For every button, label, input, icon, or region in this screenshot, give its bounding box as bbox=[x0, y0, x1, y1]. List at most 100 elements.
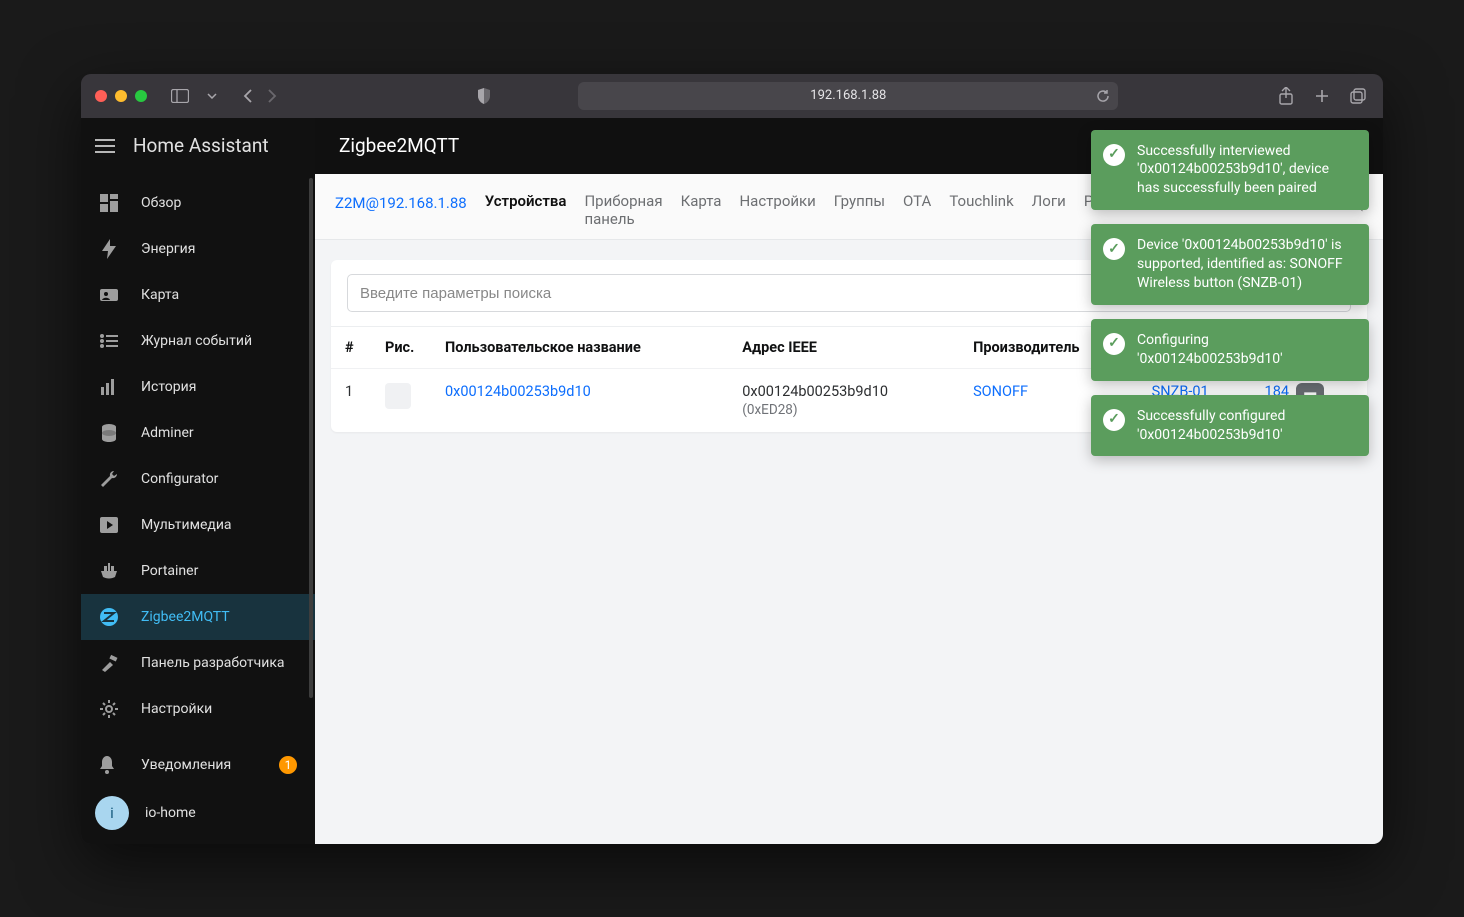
chevron-down-icon[interactable] bbox=[201, 85, 223, 107]
sidebar-item-logbook[interactable]: Журнал событий bbox=[81, 318, 315, 364]
dashboard-icon bbox=[99, 193, 119, 213]
notifications-label: Уведомления bbox=[141, 757, 231, 773]
toast-text: Configuring '0x00124b00253b9d10' bbox=[1137, 331, 1355, 369]
col-name[interactable]: Пользовательское название bbox=[431, 327, 728, 369]
col-pic[interactable]: Рис. bbox=[371, 327, 431, 369]
device-name-link[interactable]: 0x00124b00253b9d10 bbox=[445, 383, 591, 400]
tab-logs[interactable]: Логи bbox=[1032, 192, 1066, 210]
sidebar-item-map[interactable]: Карта bbox=[81, 272, 315, 318]
reload-icon[interactable] bbox=[1096, 89, 1110, 103]
maximize-window[interactable] bbox=[135, 90, 147, 102]
toast-configuring[interactable]: ✓ Configuring '0x00124b00253b9d10' bbox=[1091, 319, 1369, 381]
bolt-icon bbox=[99, 239, 119, 259]
menu-collapse-icon[interactable] bbox=[95, 139, 115, 153]
window-controls bbox=[95, 90, 147, 102]
scrollbar[interactable] bbox=[309, 178, 313, 698]
tab-devices[interactable]: Устройства bbox=[485, 192, 567, 210]
sidebar-item-energy[interactable]: Энергия bbox=[81, 226, 315, 272]
sidebar-toggle-icon[interactable] bbox=[169, 85, 191, 107]
sidebar-item-history[interactable]: История bbox=[81, 364, 315, 410]
toast-configured[interactable]: ✓ Successfully configured '0x00124b00253… bbox=[1091, 395, 1369, 457]
new-tab-icon[interactable] bbox=[1311, 85, 1333, 107]
tab-ota[interactable]: OTA bbox=[903, 192, 931, 210]
shield-icon[interactable] bbox=[473, 85, 495, 107]
toast-stack: ✓ Successfully interviewed '0x00124b0025… bbox=[1091, 130, 1369, 457]
tabs-nav: Устройства Приборная панель Карта Настро… bbox=[485, 192, 1172, 230]
hammer-icon bbox=[99, 653, 119, 673]
database-icon bbox=[99, 423, 119, 443]
sidebar-user[interactable]: i io-home bbox=[81, 788, 315, 838]
cell-num: 1 bbox=[331, 369, 371, 433]
sidebar-item-settings[interactable]: Настройки bbox=[81, 686, 315, 732]
sidebar-item-label: Мультимедиа bbox=[141, 517, 232, 533]
sidebar-item-adminer[interactable]: Adminer bbox=[81, 410, 315, 456]
avatar: i bbox=[95, 796, 129, 830]
sidebar-item-media[interactable]: Мультимедиа bbox=[81, 502, 315, 548]
minimize-window[interactable] bbox=[115, 90, 127, 102]
sidebar-item-label: Adminer bbox=[141, 425, 194, 441]
app-title: Home Assistant bbox=[133, 134, 269, 157]
toast-supported[interactable]: ✓ Device '0x00124b00253b9d10' is support… bbox=[1091, 224, 1369, 305]
ship-icon bbox=[99, 561, 119, 581]
tabs-overview-icon[interactable] bbox=[1347, 85, 1369, 107]
url-text: 192.168.1.88 bbox=[810, 88, 886, 103]
check-icon: ✓ bbox=[1103, 238, 1125, 260]
sidebar-item-label: Configurator bbox=[141, 471, 218, 487]
tab-groups[interactable]: Группы bbox=[834, 192, 885, 210]
sidebar-item-label: Обзор bbox=[141, 195, 181, 211]
forward-button[interactable] bbox=[261, 85, 283, 107]
tab-map[interactable]: Карта bbox=[681, 192, 722, 210]
sidebar-item-label: История bbox=[141, 379, 196, 395]
user-name: io-home bbox=[145, 805, 196, 821]
sidebar-item-label: Энергия bbox=[141, 241, 195, 257]
main-panel: Zigbee2MQTT Z2M@192.168.1.88 Устройства … bbox=[315, 118, 1383, 844]
sidebar-list: Обзор Энергия Карта Журнал событий Истор… bbox=[81, 174, 315, 742]
url-bar[interactable]: 192.168.1.88 bbox=[578, 82, 1118, 110]
toast-text: Successfully configured '0x00124b00253b9… bbox=[1137, 407, 1355, 445]
check-icon: ✓ bbox=[1103, 333, 1125, 355]
browser-titlebar: 192.168.1.88 bbox=[81, 74, 1383, 118]
sidebar-item-label: Zigbee2MQTT bbox=[141, 609, 230, 625]
toast-text: Device '0x00124b00253b9d10' is supported… bbox=[1137, 236, 1355, 293]
toast-text: Successfully interviewed '0x00124b00253b… bbox=[1137, 142, 1355, 199]
check-icon: ✓ bbox=[1103, 144, 1125, 166]
tab-touchlink[interactable]: Touchlink bbox=[949, 192, 1013, 210]
toast-interviewed[interactable]: ✓ Successfully interviewed '0x00124b0025… bbox=[1091, 130, 1369, 211]
col-num[interactable]: # bbox=[331, 327, 371, 369]
manufacturer-link[interactable]: SONOFF bbox=[973, 383, 1028, 400]
tab-dashboard[interactable]: Приборная панель bbox=[584, 192, 662, 230]
sidebar-footer: Уведомления 1 i io-home bbox=[81, 742, 315, 844]
back-button[interactable] bbox=[237, 85, 259, 107]
sidebar-item-overview[interactable]: Обзор bbox=[81, 180, 315, 226]
wrench-icon bbox=[99, 469, 119, 489]
sidebar-item-label: Журнал событий bbox=[141, 333, 252, 349]
account-icon bbox=[99, 285, 119, 305]
col-ieee[interactable]: Адрес IEEE bbox=[728, 327, 959, 369]
sidebar-item-devtools[interactable]: Панель разработчика bbox=[81, 640, 315, 686]
tab-settings[interactable]: Настройки bbox=[739, 192, 815, 210]
app-body: Home Assistant Обзор Энергия Карта Журн bbox=[81, 118, 1383, 844]
sidebar-item-configurator[interactable]: Configurator bbox=[81, 456, 315, 502]
notifications-badge: 1 bbox=[279, 756, 297, 774]
page-title: Zigbee2MQTT bbox=[339, 134, 459, 157]
bell-icon bbox=[99, 756, 119, 774]
sidebar: Home Assistant Обзор Энергия Карта Журн bbox=[81, 118, 315, 844]
device-thumb bbox=[385, 383, 411, 409]
list-icon bbox=[99, 331, 119, 351]
share-icon[interactable] bbox=[1275, 85, 1297, 107]
sidebar-item-portainer[interactable]: Portainer bbox=[81, 548, 315, 594]
sidebar-item-label: Portainer bbox=[141, 563, 198, 579]
sidebar-item-label: Карта bbox=[141, 287, 179, 303]
sidebar-item-zigbee2mqtt[interactable]: Zigbee2MQTT bbox=[81, 594, 315, 640]
sidebar-item-label: Панель разработчика bbox=[141, 655, 285, 671]
host-link[interactable]: Z2M@192.168.1.88 bbox=[335, 192, 467, 212]
sidebar-notifications[interactable]: Уведомления 1 bbox=[81, 742, 315, 788]
cell-pic bbox=[371, 369, 431, 433]
cell-ieee: 0x00124b00253b9d10 (0xED28) bbox=[728, 369, 959, 433]
sidebar-item-label: Настройки bbox=[141, 701, 212, 717]
close-window[interactable] bbox=[95, 90, 107, 102]
cell-name: 0x00124b00253b9d10 bbox=[431, 369, 728, 433]
check-icon: ✓ bbox=[1103, 409, 1125, 431]
sidebar-header: Home Assistant bbox=[81, 118, 315, 174]
zigbee-icon bbox=[99, 607, 119, 627]
